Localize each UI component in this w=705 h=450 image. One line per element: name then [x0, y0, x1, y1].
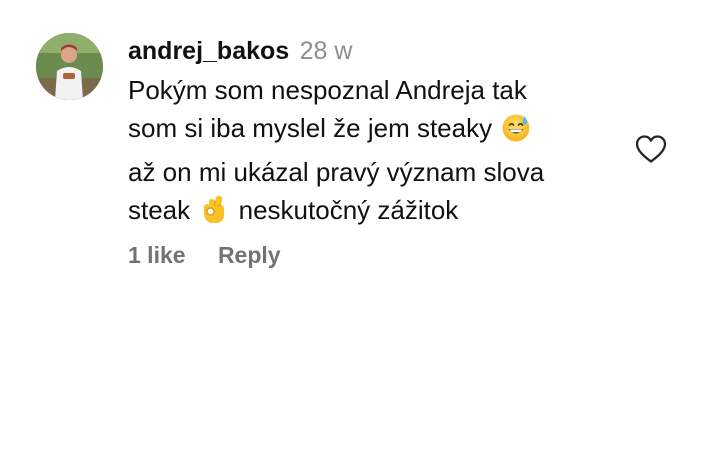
timestamp[interactable]: 28 w [300, 37, 353, 65]
ok-hand-icon [199, 193, 229, 235]
comment: andrej_bakos 28 w Pokým som nespoznal An… [0, 0, 705, 450]
comment-actions: 1 like Reply [128, 240, 281, 270]
likes-count[interactable]: 1 like [128, 242, 186, 268]
heart-outline-icon [635, 135, 667, 163]
avatar-photo [36, 33, 103, 100]
comment-line: až on mi ukázal pravý význam slova [128, 157, 545, 187]
comment-line: steak neskutočný zážitok [128, 191, 648, 235]
reply-button[interactable]: Reply [218, 242, 281, 268]
comment-header: andrej_bakos 28 w [128, 36, 352, 70]
username[interactable]: andrej_bakos [128, 37, 289, 65]
comment-line: som si iba myslel že jem steaky [128, 109, 648, 153]
comment-line: Pokým som nespoznal Andreja tak [128, 75, 527, 105]
avatar[interactable] [36, 33, 103, 100]
comment-text: Pokým som nespoznal Andreja tak som si i… [128, 71, 648, 235]
grinning-face-with-sweat-icon [501, 113, 531, 153]
like-button[interactable] [634, 133, 668, 165]
